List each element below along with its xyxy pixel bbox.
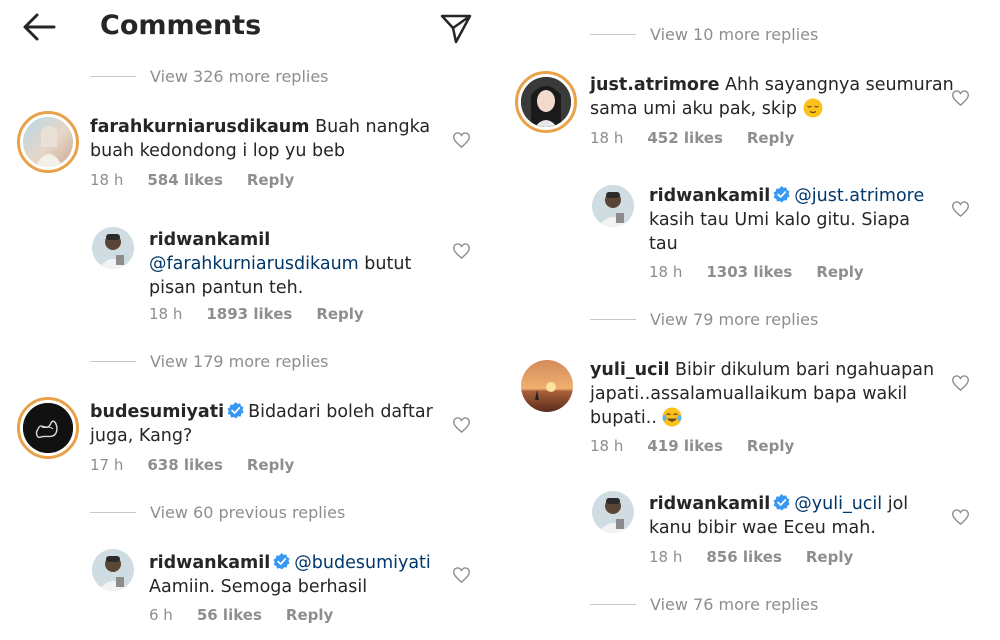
send-icon[interactable]: [440, 12, 472, 44]
comment-meta: 18 h 452 likes Reply: [590, 129, 794, 147]
likes-count[interactable]: 1893 likes: [206, 305, 292, 323]
mention-link[interactable]: @yuli_ucil: [794, 494, 882, 514]
avatar[interactable]: [92, 549, 134, 591]
username[interactable]: just.atrimore: [590, 75, 719, 95]
verified-badge-icon: [773, 494, 790, 511]
view-more-replies[interactable]: View 179 more replies: [90, 352, 329, 371]
timestamp: 18 h: [90, 171, 124, 189]
likes-count[interactable]: 56 likes: [197, 606, 262, 624]
timestamp: 18 h: [649, 263, 683, 281]
reply-text: ridwankamil @budesumiyati Aamiin. Semoga …: [149, 553, 431, 597]
reply-button[interactable]: Reply: [747, 437, 794, 455]
mention-link[interactable]: @farahkurniarusdikaum: [149, 254, 359, 274]
comment-meta: 18 h 856 likes Reply: [649, 548, 853, 566]
divider-line: [590, 319, 636, 320]
timestamp: 17 h: [90, 456, 124, 474]
tears-of-joy-emoji-icon: [662, 407, 682, 427]
comment-meta: 17 h 638 likes Reply: [90, 456, 294, 474]
view-more-replies[interactable]: View 10 more replies: [590, 25, 818, 44]
username[interactable]: ridwankamil: [149, 230, 270, 250]
likes-count[interactable]: 452 likes: [647, 129, 723, 147]
view-previous-replies[interactable]: View 60 previous replies: [90, 503, 345, 522]
username[interactable]: ridwankamil: [649, 186, 770, 206]
divider-line: [90, 361, 136, 362]
avatar[interactable]: [521, 360, 573, 412]
timestamp: 18 h: [590, 129, 624, 147]
likes-count[interactable]: 419 likes: [647, 437, 723, 455]
verified-badge-icon: [773, 186, 790, 203]
timestamp: 6 h: [149, 606, 173, 624]
likes-count[interactable]: 1303 likes: [706, 263, 792, 281]
comment-meta: 18 h 1303 likes Reply: [649, 263, 864, 281]
reply-button[interactable]: Reply: [247, 456, 294, 474]
relieved-face-emoji-icon: [803, 98, 823, 118]
username[interactable]: yuli_ucil: [590, 360, 669, 380]
divider-line: [90, 512, 136, 513]
reply-text: ridwankamil @farahkurniarusdikaum butut …: [149, 230, 412, 298]
reply-button[interactable]: Reply: [247, 171, 294, 189]
reply-text: ridwankamil @just.atrimore kasih tau Umi …: [649, 186, 925, 254]
heart-icon[interactable]: [453, 132, 470, 148]
back-arrow-icon[interactable]: [22, 12, 56, 42]
heart-icon[interactable]: [952, 509, 969, 525]
heart-icon[interactable]: [453, 567, 470, 583]
mention-link[interactable]: @budesumiyati: [294, 553, 431, 573]
avatar[interactable]: [592, 491, 634, 533]
view-more-replies[interactable]: View 76 more replies: [590, 595, 818, 614]
comment-text: just.atrimore Ahh sayangnya seumuran sam…: [590, 75, 954, 119]
reply-button[interactable]: Reply: [286, 606, 333, 624]
likes-count[interactable]: 856 likes: [706, 548, 782, 566]
username[interactable]: budesumiyati: [90, 402, 224, 422]
avatar[interactable]: [17, 111, 79, 173]
heart-icon[interactable]: [453, 243, 470, 259]
avatar[interactable]: [515, 71, 577, 133]
page-title: Comments: [100, 10, 262, 41]
heart-icon[interactable]: [952, 375, 969, 391]
comment-text: farahkurniarusdikaum Buah nangka buah ke…: [90, 117, 431, 161]
timestamp: 18 h: [149, 305, 183, 323]
avatar[interactable]: [592, 185, 634, 227]
username[interactable]: ridwankamil: [649, 494, 770, 514]
reply-button[interactable]: Reply: [816, 263, 863, 281]
username[interactable]: farahkurniarusdikaum: [90, 117, 310, 137]
likes-count[interactable]: 584 likes: [147, 171, 223, 189]
username[interactable]: ridwankamil: [149, 553, 270, 573]
timestamp: 18 h: [649, 548, 683, 566]
reply-button[interactable]: Reply: [747, 129, 794, 147]
divider-line: [90, 76, 136, 77]
avatar[interactable]: [92, 227, 134, 269]
divider-line: [590, 604, 636, 605]
heart-icon[interactable]: [952, 201, 969, 217]
divider-line: [590, 34, 636, 35]
timestamp: 18 h: [590, 437, 624, 455]
comment-text: budesumiyati Bidadari boleh daftar juga, …: [90, 402, 433, 446]
comment-meta: 18 h 1893 likes Reply: [149, 305, 364, 323]
comment-meta: 18 h 584 likes Reply: [90, 171, 294, 189]
reply-button[interactable]: Reply: [806, 548, 853, 566]
mention-link[interactable]: @just.atrimore: [794, 186, 924, 206]
reply-text: ridwankamil @yuli_ucil jol kanu bibir wae…: [649, 494, 909, 538]
likes-count[interactable]: 638 likes: [147, 456, 223, 474]
comment-meta: 6 h 56 likes Reply: [149, 606, 333, 624]
avatar[interactable]: [17, 397, 79, 459]
reply-button[interactable]: Reply: [316, 305, 363, 323]
comment-meta: 18 h 419 likes Reply: [590, 437, 794, 455]
comment-text: yuli_ucil Bibir dikulum bari ngahuapan j…: [590, 360, 935, 428]
view-more-replies[interactable]: View 326 more replies: [90, 67, 329, 86]
heart-icon[interactable]: [952, 90, 969, 106]
view-more-replies[interactable]: View 79 more replies: [590, 310, 818, 329]
heart-icon[interactable]: [453, 417, 470, 433]
verified-badge-icon: [273, 553, 290, 570]
verified-badge-icon: [227, 402, 244, 419]
